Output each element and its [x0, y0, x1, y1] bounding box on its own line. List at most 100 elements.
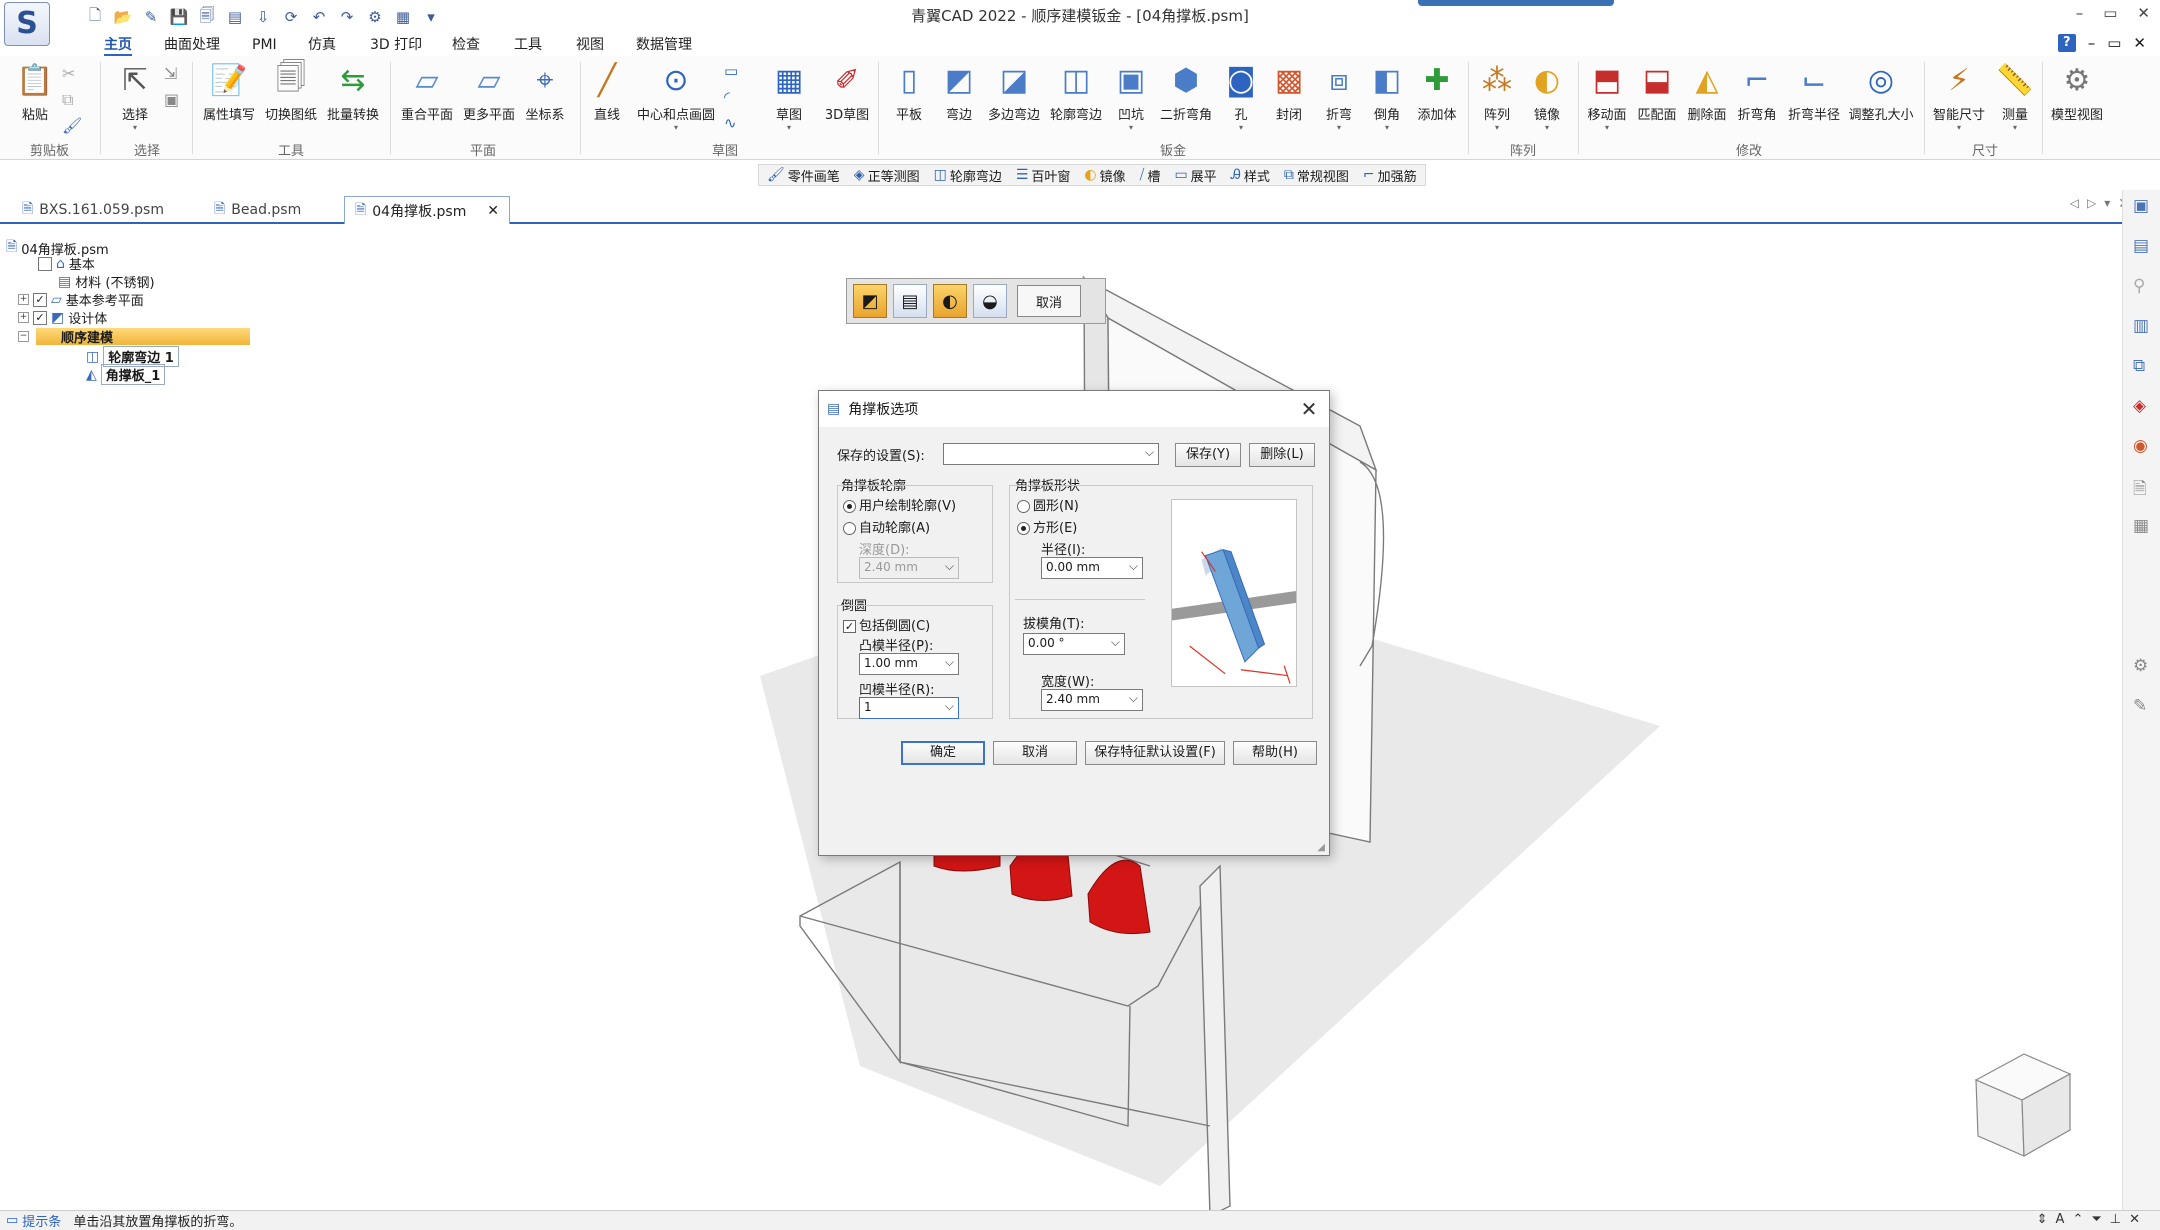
- font-size-icon[interactable]: A: [2056, 1212, 2065, 1227]
- radio-user-profile[interactable]: 用户绘制轮廓(V): [843, 495, 956, 514]
- add-body-button[interactable]: ✚ 添加体: [1408, 60, 1466, 124]
- tab-prev-icon[interactable]: ◁: [2070, 196, 2079, 212]
- cmd-part-painter[interactable]: 🖌 零件画笔: [767, 166, 840, 185]
- circle-center-point-button[interactable]: ⊙ 中心和点画圆 ▾: [637, 60, 715, 133]
- bend-select-icon[interactable]: ◐: [933, 284, 967, 318]
- tools-icon[interactable]: ✎: [2133, 696, 2147, 716]
- status-close-icon[interactable]: ✕: [2129, 1212, 2140, 1227]
- tree-item-base[interactable]: ⌂ 基本: [38, 254, 95, 273]
- collapse-up-icon[interactable]: ⌃: [2072, 1212, 2083, 1227]
- save-defaults-button[interactable]: 保存特征默认设置(F): [1085, 741, 1225, 765]
- cmd-mirror[interactable]: ◐ 镜像: [1084, 166, 1125, 185]
- maximize-icon[interactable]: ▭: [2103, 4, 2117, 22]
- checkbox[interactable]: ✓: [33, 292, 47, 307]
- resize-hole-button[interactable]: ◎ 调整孔大小: [1846, 60, 1916, 124]
- tab-home[interactable]: 主页: [104, 34, 132, 56]
- contour-flange-button[interactable]: ◫ 轮廓弯边: [1044, 60, 1108, 124]
- smart-dimension-button[interactable]: ⚡ 智能尺寸 ▾: [1930, 60, 1988, 133]
- tab-inspect[interactable]: 检查: [452, 34, 480, 56]
- measure-button[interactable]: 📏 测量 ▾: [1986, 60, 2044, 133]
- cmd-slot[interactable]: ⧸ 槽: [1140, 166, 1161, 185]
- radio-square-shape[interactable]: 方形(E): [1017, 517, 1077, 536]
- bend-angle-button[interactable]: ⌐ 折弯角: [1728, 60, 1786, 124]
- cmd-contour-flange[interactable]: ◫ 轮廓弯边: [934, 166, 1002, 185]
- color-icon[interactable]: ◉: [2133, 436, 2148, 456]
- help-button[interactable]: 帮助(H): [1233, 741, 1317, 765]
- prompt-bar-tab[interactable]: ▭ 提示条: [0, 1211, 67, 1230]
- tab-list-icon[interactable]: ▾: [2104, 196, 2110, 212]
- cancel-button[interactable]: 取消: [993, 741, 1077, 765]
- dimple-button[interactable]: ▣ 凹坑 ▾: [1102, 60, 1160, 133]
- property-fill-button[interactable]: 📝 属性填写: [200, 60, 258, 124]
- settings-icon[interactable]: ⚙: [2133, 656, 2148, 676]
- profile-icon[interactable]: ◒: [973, 284, 1007, 318]
- 3d-sketch-button[interactable]: ✐ 3D草图: [818, 60, 876, 124]
- grid-icon[interactable]: ▦: [2133, 516, 2149, 536]
- doc-tab-bead[interactable]: 🗎 Bead.psm: [204, 196, 311, 224]
- tab-close-icon[interactable]: ✕: [487, 203, 499, 219]
- minimize-icon[interactable]: –: [2076, 4, 2084, 22]
- cmd-style[interactable]: Ꭿ 样式: [1231, 166, 1270, 185]
- ribbon-minimize-icon[interactable]: –: [2088, 34, 2096, 52]
- format-painter-icon[interactable]: 🖌: [62, 116, 82, 135]
- select-filter-icon[interactable]: ⇲: [164, 64, 177, 83]
- tab-pmi[interactable]: PMI: [252, 34, 277, 56]
- cmd-flatten[interactable]: ▭ 展平: [1174, 166, 1216, 185]
- tab-3d-print[interactable]: 3D 打印: [370, 34, 422, 56]
- multi-flange-button[interactable]: ◪ 多边弯边: [982, 60, 1046, 124]
- coincident-plane-button[interactable]: ▱ 重合平面: [398, 60, 456, 124]
- save-button[interactable]: 保存(Y): [1175, 443, 1241, 467]
- cmd-louver[interactable]: ☰ 百叶窗: [1016, 166, 1071, 185]
- radio-round-shape[interactable]: 圆形(N): [1017, 495, 1079, 514]
- filter-icon[interactable]: ⏷: [2091, 1212, 2101, 1227]
- help-icon[interactable]: ?: [2057, 34, 2076, 52]
- mini-cancel-button[interactable]: 取消: [1017, 285, 1081, 317]
- close-icon[interactable]: ✕: [2137, 4, 2150, 22]
- checkbox[interactable]: [38, 256, 52, 271]
- ribbon-restore-icon[interactable]: ▭: [2107, 34, 2121, 52]
- select-box-icon[interactable]: ▣: [164, 90, 179, 109]
- flange-button[interactable]: ◩ 弯边: [930, 60, 988, 124]
- checkbox[interactable]: ✓: [33, 310, 47, 325]
- expand-icon[interactable]: +: [18, 294, 29, 305]
- ribbon-close-icon[interactable]: ✕: [2133, 34, 2146, 52]
- options-icon[interactable]: ▤: [893, 284, 927, 318]
- collapse-icon[interactable]: −: [18, 331, 29, 342]
- bend-radius-button[interactable]: ⌙ 折弯半径: [1782, 60, 1846, 124]
- delete-button[interactable]: 删除(L): [1249, 443, 1315, 467]
- tree-item-material[interactable]: ▤ 材料 (不锈钢): [58, 272, 155, 292]
- tree-item-ref-planes[interactable]: + ✓ ▱ 基本参考平面: [18, 290, 144, 309]
- assembly-icon[interactable]: ⧉: [2133, 356, 2145, 376]
- mirror-button[interactable]: ◐ 镜像 ▾: [1518, 60, 1576, 133]
- width-field[interactable]: 2.40 mm ⌵: [1041, 689, 1143, 711]
- tab-tools[interactable]: 工具: [514, 34, 542, 56]
- radius-field[interactable]: 0.00 mm ⌵: [1041, 557, 1143, 579]
- tab-surfacing[interactable]: 曲面处理: [164, 34, 220, 56]
- tree-item-synchronous[interactable]: − 顺序建模: [18, 327, 113, 346]
- more-planes-button[interactable]: ▱ 更多平面: [460, 60, 518, 124]
- display-icon[interactable]: ▤: [2133, 236, 2149, 256]
- coordinate-system-button[interactable]: ⌖ 坐标系: [516, 60, 574, 124]
- model-view-button[interactable]: ⚙ 模型视图: [2048, 60, 2106, 124]
- tab-data-management[interactable]: 数据管理: [636, 34, 692, 56]
- layers-icon[interactable]: ▣: [2133, 196, 2149, 216]
- view-cube[interactable]: [1974, 1053, 2072, 1158]
- doc-tab-bxs[interactable]: 🗎 BXS.161.059.psm: [12, 196, 174, 224]
- switch-drawing-button[interactable]: 🗐 切换图纸: [262, 60, 320, 124]
- curve-icon[interactable]: ∿: [724, 114, 737, 132]
- select-button[interactable]: ⇱ 选择 ▾: [106, 60, 164, 133]
- sketch-button[interactable]: ▦ 草图 ▾: [760, 60, 818, 133]
- scroll-icon[interactable]: ⇕: [2037, 1212, 2048, 1227]
- ok-button[interactable]: 确定: [901, 741, 985, 765]
- resize-grip-icon[interactable]: ◢: [1317, 842, 1325, 853]
- tab-next-icon[interactable]: ▷: [2087, 196, 2096, 212]
- radio-auto-profile[interactable]: 自动轮廓(A): [843, 517, 930, 536]
- expand-icon[interactable]: +: [18, 312, 29, 323]
- cmd-iso-view[interactable]: ◈ 正等测图: [854, 166, 920, 185]
- copy-icon[interactable]: ⧉: [62, 90, 73, 110]
- appearance-icon[interactable]: ◈: [2133, 396, 2146, 416]
- die-radius-field[interactable]: 1 ⌵: [859, 697, 959, 719]
- tab-simulation[interactable]: 仿真: [308, 34, 336, 56]
- draft-angle-field[interactable]: 0.00 ° ⌵: [1023, 633, 1125, 655]
- tree-item-design-body[interactable]: + ✓ ◩ 设计体: [18, 308, 107, 327]
